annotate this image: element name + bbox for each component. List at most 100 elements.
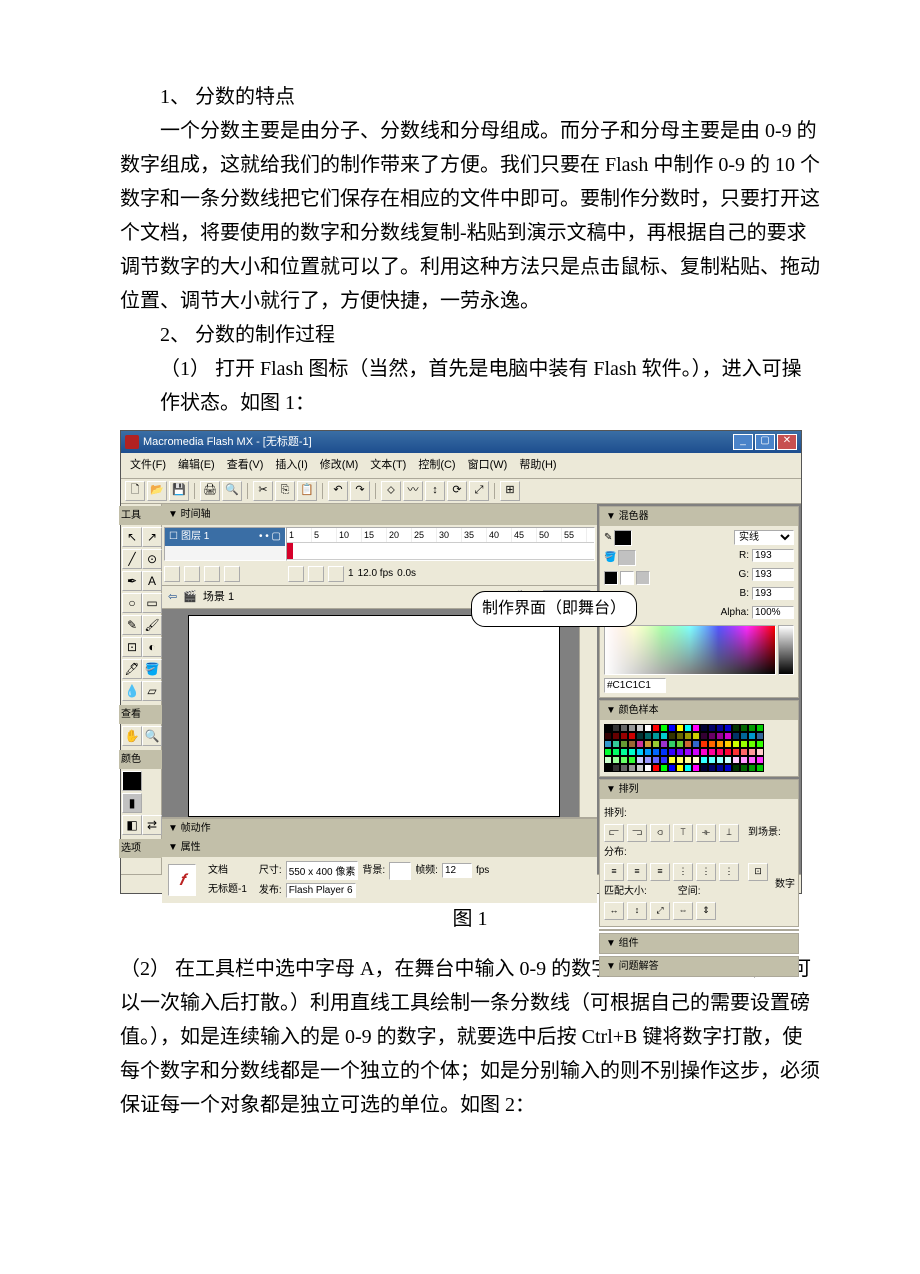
- rotate-button[interactable]: ⟳: [447, 481, 467, 501]
- arrow-tool[interactable]: ↖: [122, 527, 142, 547]
- close-button[interactable]: ✕: [777, 434, 797, 450]
- scene-name[interactable]: 场景 1: [203, 588, 234, 607]
- paste-button[interactable]: 📋: [297, 481, 317, 501]
- align-right[interactable]: ⫏: [650, 824, 670, 842]
- align-bottom[interactable]: ⟘: [719, 824, 739, 842]
- menu-insert[interactable]: 插入(I): [270, 455, 312, 476]
- swatches-header[interactable]: ▼ 颜色样本: [600, 701, 798, 720]
- mixer-swap[interactable]: [636, 571, 650, 585]
- open-button[interactable]: 📂: [147, 481, 167, 501]
- window-titlebar[interactable]: Macromedia Flash MX - [无标题-1] _ ▢ ✕: [121, 431, 801, 453]
- g-input[interactable]: [752, 568, 794, 581]
- fill-transform-tool[interactable]: ◐: [142, 637, 162, 657]
- transform-tool[interactable]: ⊡: [122, 637, 142, 657]
- scale-button[interactable]: ⤢: [469, 481, 489, 501]
- alpha-input[interactable]: [752, 606, 794, 619]
- mixer-stroke[interactable]: [614, 530, 632, 546]
- bucket-tool[interactable]: 🪣: [142, 659, 162, 679]
- actions-panel-header[interactable]: ▼ 帧动作: [162, 819, 597, 838]
- print-button[interactable]: 🖨: [200, 481, 220, 501]
- answers-header[interactable]: ▼ 问题解答: [600, 957, 798, 976]
- hue-picker[interactable]: [604, 625, 776, 675]
- undo-button[interactable]: ↶: [328, 481, 348, 501]
- align-top[interactable]: ⟙: [673, 824, 693, 842]
- straighten-button[interactable]: ↕: [425, 481, 445, 501]
- menu-view[interactable]: 查看(V): [222, 455, 269, 476]
- line-tool[interactable]: ╱: [122, 549, 142, 569]
- swatch-grid[interactable]: [604, 724, 794, 772]
- menu-control[interactable]: 控制(C): [413, 455, 460, 476]
- mixer-fill[interactable]: [618, 550, 636, 566]
- frame-ruler[interactable]: 1510152025303540455055: [287, 528, 594, 543]
- add-folder-button[interactable]: [204, 566, 220, 582]
- add-layer-button[interactable]: [164, 566, 180, 582]
- space-v[interactable]: ⇕: [696, 902, 716, 920]
- frame-track[interactable]: [287, 543, 594, 560]
- align-left[interactable]: ⫍: [604, 824, 624, 842]
- onion-skin-button[interactable]: [288, 566, 304, 582]
- redo-button[interactable]: ↷: [350, 481, 370, 501]
- add-guide-button[interactable]: [184, 566, 200, 582]
- dist-top[interactable]: ≡: [604, 863, 624, 881]
- pencil-tool[interactable]: ✎: [122, 615, 142, 635]
- properties-panel-header[interactable]: ▼ 属性: [162, 838, 597, 857]
- zoom-tool[interactable]: 🔍: [142, 726, 162, 746]
- mixer-default[interactable]: [604, 571, 618, 585]
- scrollbar-vertical[interactable]: [579, 609, 597, 817]
- onion-outline-button[interactable]: [308, 566, 324, 582]
- menu-help[interactable]: 帮助(H): [514, 455, 561, 476]
- lightness-slider[interactable]: [778, 625, 794, 675]
- dist-left[interactable]: ⋮: [673, 863, 693, 881]
- timeline-header[interactable]: ▼ 时间轴: [162, 504, 597, 525]
- lasso-tool[interactable]: ⊙: [142, 549, 162, 569]
- mixer-header[interactable]: ▼ 混色器: [600, 507, 798, 526]
- mixer-none[interactable]: [620, 571, 634, 585]
- stage[interactable]: [188, 615, 560, 817]
- publish-button[interactable]: Flash Player 6: [286, 883, 356, 898]
- rect-tool[interactable]: ▭: [142, 593, 162, 613]
- hex-input[interactable]: [604, 678, 666, 693]
- fps-input[interactable]: [442, 863, 472, 878]
- r-input[interactable]: [752, 549, 794, 562]
- text-tool[interactable]: A: [142, 571, 162, 591]
- swap-colors[interactable]: ⇄: [142, 815, 162, 835]
- dist-vcenter[interactable]: ≡: [627, 863, 647, 881]
- default-colors[interactable]: ◧: [122, 815, 142, 835]
- minimize-button[interactable]: _: [733, 434, 753, 450]
- oval-tool[interactable]: ○: [122, 593, 142, 613]
- align-vcenter[interactable]: ⟛: [696, 824, 716, 842]
- smooth-button[interactable]: 〰: [403, 481, 423, 501]
- align-button[interactable]: ⊞: [500, 481, 520, 501]
- fill-color[interactable]: ▮: [122, 793, 142, 813]
- stroke-color[interactable]: ╱: [122, 771, 142, 791]
- copy-button[interactable]: ⎘: [275, 481, 295, 501]
- menu-modify[interactable]: 修改(M): [315, 455, 364, 476]
- cut-button[interactable]: ✂: [253, 481, 273, 501]
- layer-row[interactable]: ☐ 图层 1 • • ▢: [165, 528, 285, 546]
- dist-bottom[interactable]: ≡: [650, 863, 670, 881]
- match-height[interactable]: ↕: [627, 902, 647, 920]
- eraser-tool[interactable]: ▱: [142, 681, 162, 701]
- match-both[interactable]: ⤢: [650, 902, 670, 920]
- dist-hcenter[interactable]: ⋮: [696, 863, 716, 881]
- ink-tool[interactable]: 🖋: [122, 659, 142, 679]
- eyedropper-tool[interactable]: 💧: [122, 681, 142, 701]
- fill-type-select[interactable]: 实线: [734, 530, 794, 545]
- snap-button[interactable]: ⬦: [381, 481, 401, 501]
- menu-edit[interactable]: 编辑(E): [173, 455, 220, 476]
- maximize-button[interactable]: ▢: [755, 434, 775, 450]
- menu-window[interactable]: 窗口(W): [463, 455, 513, 476]
- menu-text[interactable]: 文本(T): [365, 455, 411, 476]
- components-header[interactable]: ▼ 组件: [600, 934, 798, 953]
- brush-tool[interactable]: 🖌: [142, 615, 162, 635]
- align-hcenter[interactable]: ⫎: [627, 824, 647, 842]
- to-stage-button[interactable]: ⊡: [748, 863, 768, 881]
- bg-swatch[interactable]: [389, 862, 411, 880]
- save-button[interactable]: 💾: [169, 481, 189, 501]
- pen-tool[interactable]: ✒: [122, 571, 142, 591]
- onion-edit-button[interactable]: [328, 566, 344, 582]
- space-h[interactable]: ⇔: [673, 902, 693, 920]
- size-button[interactable]: 550 x 400 像素: [286, 861, 359, 880]
- b-input[interactable]: [752, 587, 794, 600]
- delete-layer-button[interactable]: [224, 566, 240, 582]
